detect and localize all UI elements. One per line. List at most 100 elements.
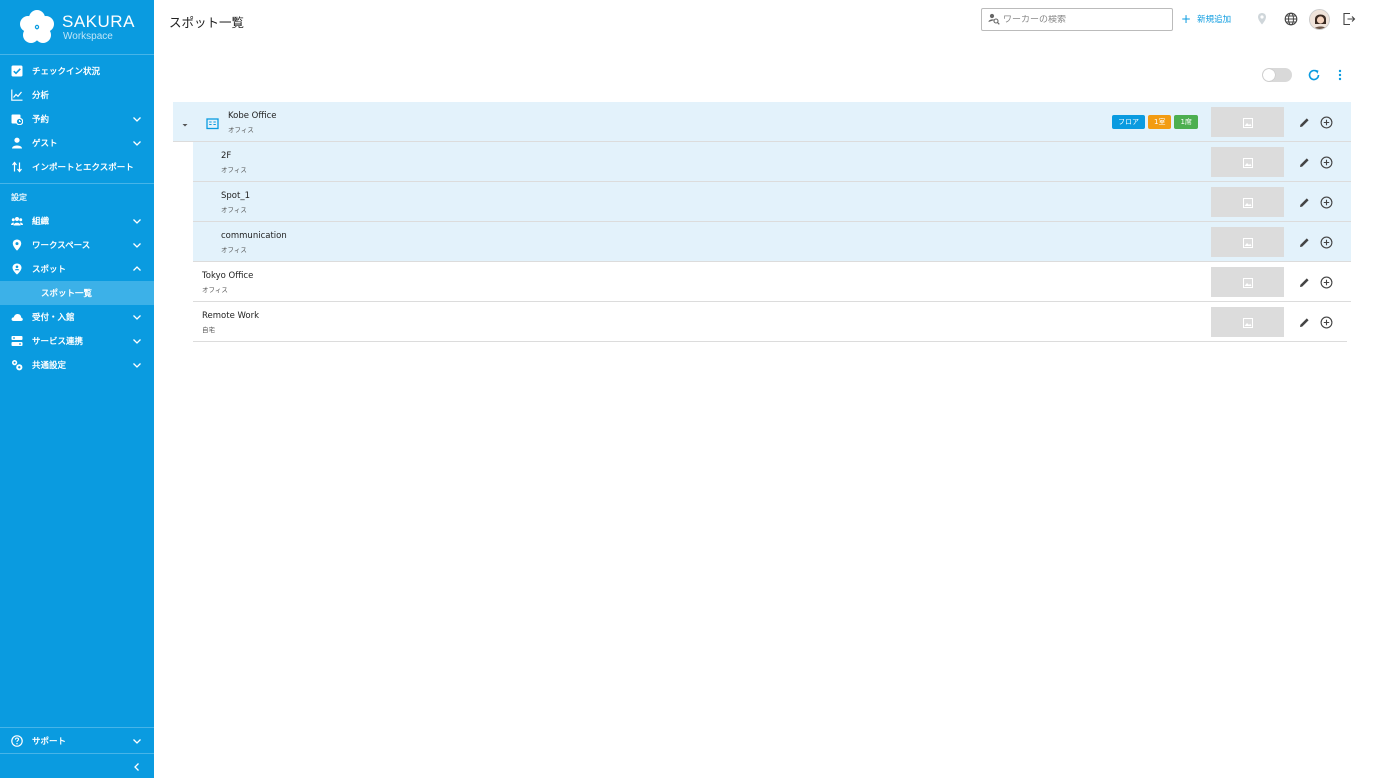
spot-name: Remote Work	[202, 311, 260, 321]
edit-icon[interactable]	[1297, 115, 1311, 129]
person-pin-icon	[11, 263, 23, 275]
image-icon	[1242, 233, 1253, 252]
add-circle-icon[interactable]	[1319, 155, 1333, 169]
list-item[interactable]: Kobe Office オフィス フロア 1室 1席	[173, 102, 1351, 142]
edit-icon[interactable]	[1297, 235, 1311, 249]
page-title: スポット一覧	[169, 15, 245, 30]
sidebar-item-label: 共通設定	[32, 361, 67, 371]
spot-thumbnail[interactable]	[1211, 187, 1284, 217]
sidebar-item-reception[interactable]: 受付・入館	[0, 305, 154, 329]
list-item[interactable]: Spot_1 オフィス	[193, 182, 1351, 222]
add-circle-icon[interactable]	[1319, 115, 1333, 129]
spot-thumbnail[interactable]	[1211, 107, 1284, 137]
sidebar-item-label: サポート	[32, 736, 67, 747]
sidebar-item-import-export[interactable]: インポートとエクスポート	[0, 155, 154, 179]
image-icon	[1242, 193, 1253, 212]
worker-search[interactable]	[981, 8, 1173, 31]
line-chart-icon	[11, 89, 23, 101]
spot-thumbnail[interactable]	[1211, 147, 1284, 177]
image-icon	[1242, 113, 1253, 132]
view-toggle[interactable]	[1262, 68, 1292, 82]
sidebar-item-label: ゲスト	[32, 139, 58, 149]
calendar-clock-icon	[11, 113, 23, 125]
add-circle-icon[interactable]	[1319, 315, 1333, 329]
sidebar-bottom: サポート	[0, 727, 154, 778]
sidebar-item-reservation[interactable]: 予約	[0, 107, 154, 131]
spot-name: communication	[221, 231, 287, 241]
chevron-down-icon	[132, 114, 142, 124]
more-vert-icon[interactable]	[1332, 67, 1348, 83]
sidebar-item-label: 予約	[32, 115, 50, 125]
chevron-down-icon	[132, 360, 142, 370]
sidebar-item-organization[interactable]: 組織	[0, 209, 154, 233]
spot-thumbnail[interactable]	[1211, 307, 1284, 337]
building-icon	[206, 115, 219, 130]
chevron-down-icon	[132, 216, 142, 226]
add-circle-icon[interactable]	[1319, 275, 1333, 289]
sidebar-item-guest[interactable]: ゲスト	[0, 131, 154, 155]
edit-icon[interactable]	[1297, 275, 1311, 289]
spot-type: 自宅	[202, 326, 215, 334]
sidebar-item-label: 受付・入館	[32, 313, 75, 323]
avatar[interactable]	[1309, 9, 1330, 30]
add-new-button[interactable]: + 新規追加	[1181, 13, 1231, 25]
add-circle-icon[interactable]	[1319, 195, 1333, 209]
checkbox-icon	[11, 65, 23, 77]
sidebar: SAKURA Workspace チェックイン状況 分析 予約 ゲスト インポー…	[0, 0, 154, 778]
badge-floor: フロア	[1112, 115, 1145, 129]
sidebar-item-common-settings[interactable]: 共通設定	[0, 353, 154, 377]
sidebar-item-label: インポートとエクスポート	[32, 163, 134, 173]
edit-icon[interactable]	[1297, 195, 1311, 209]
spot-name: Tokyo Office	[202, 271, 254, 281]
sidebar-item-service-integration[interactable]: サービス連携	[0, 329, 154, 353]
people-icon	[11, 215, 23, 227]
brand[interactable]: SAKURA Workspace	[0, 0, 154, 55]
badge-room: 1室	[1148, 115, 1172, 129]
logout-icon[interactable]	[1341, 11, 1357, 27]
header: スポット一覧 + 新規追加	[154, 0, 1384, 40]
list-item[interactable]: Tokyo Office オフィス	[193, 262, 1351, 302]
chevron-down-icon	[132, 138, 142, 148]
chevron-down-icon	[132, 312, 142, 322]
search-input[interactable]	[1003, 14, 1163, 25]
spot-name: Spot_1	[221, 191, 250, 201]
globe-icon[interactable]	[1283, 11, 1299, 27]
sidebar-item-support[interactable]: サポート	[0, 728, 154, 753]
list-item[interactable]: Remote Work 自宅	[193, 302, 1347, 342]
sidebar-item-workspace[interactable]: ワークスペース	[0, 233, 154, 257]
badge-seat: 1席	[1174, 115, 1198, 129]
spot-name: Kobe Office	[228, 111, 277, 121]
swap-vertical-icon	[11, 161, 23, 173]
integration-icon	[11, 335, 23, 347]
location-icon[interactable]	[1254, 11, 1270, 27]
chevron-down-icon	[132, 240, 142, 250]
list-item[interactable]: 2F オフィス	[193, 142, 1351, 182]
sidebar-section-label: 設定	[11, 193, 27, 202]
add-new-label: 新規追加	[1197, 15, 1232, 25]
sidebar-item-checkin[interactable]: チェックイン状況	[0, 59, 154, 83]
spot-type: オフィス	[202, 286, 228, 294]
sidebar-item-spot[interactable]: スポット	[0, 257, 154, 281]
list-item[interactable]: communication オフィス	[193, 222, 1351, 262]
edit-icon[interactable]	[1297, 315, 1311, 329]
person-icon	[11, 137, 23, 149]
sidebar-item-analytics[interactable]: 分析	[0, 83, 154, 107]
brand-sub: Workspace	[63, 30, 113, 42]
plus-icon: +	[1181, 12, 1192, 26]
chevron-up-icon	[132, 264, 142, 274]
sidebar-item-label: スポット	[32, 265, 67, 275]
image-icon	[1242, 273, 1253, 292]
caret-down-icon[interactable]	[179, 116, 191, 128]
sidebar-nav: チェックイン状況 分析 予約 ゲスト インポートとエクスポート 設定 組織 ワー…	[0, 55, 154, 377]
spot-thumbnail[interactable]	[1211, 227, 1284, 257]
location-pin-icon	[11, 239, 23, 251]
sidebar-item-label: 組織	[32, 217, 50, 227]
edit-icon[interactable]	[1297, 155, 1311, 169]
add-circle-icon[interactable]	[1319, 235, 1333, 249]
collapse-sidebar-button[interactable]	[0, 754, 154, 778]
sidebar-subitem-spot-list[interactable]: スポット一覧	[0, 281, 154, 305]
refresh-icon[interactable]	[1306, 67, 1322, 83]
spot-thumbnail[interactable]	[1211, 267, 1284, 297]
person-search-icon	[988, 10, 1003, 29]
help-circle-icon	[11, 734, 23, 747]
